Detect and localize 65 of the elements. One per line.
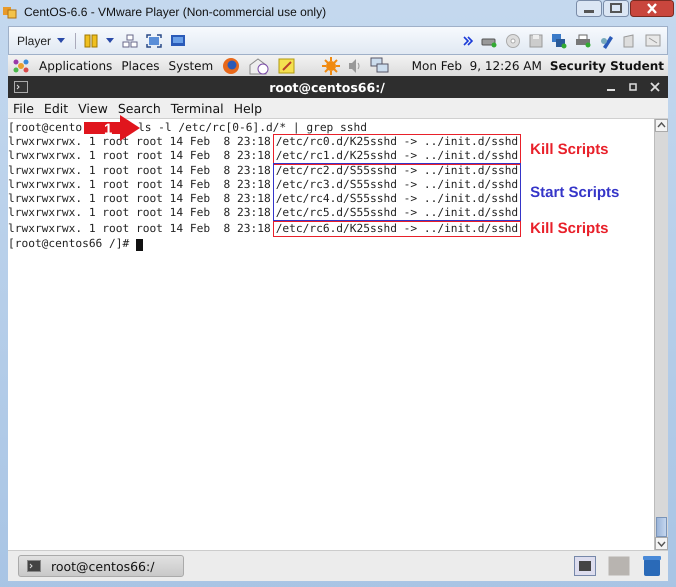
vm-logo-icon — [2, 4, 18, 20]
menu-item[interactable]: Search — [118, 100, 161, 116]
symlink-path: /etc/rc5.d/S55sshd -> ../init.d/sshd — [276, 206, 518, 220]
scrollbar[interactable] — [654, 119, 668, 550]
network-computers-icon[interactable] — [370, 56, 390, 74]
fullscreen-icon[interactable] — [146, 34, 162, 48]
annotation-label: Kill Scripts — [530, 220, 609, 238]
monitor-icon[interactable] — [170, 34, 186, 48]
command-text: ls -l /etc/rc[0-6].d/* | grep sshd — [138, 121, 367, 136]
trash-icon[interactable] — [642, 555, 662, 577]
network-nodes-icon[interactable] — [122, 34, 138, 48]
chevron-icon[interactable] — [463, 36, 473, 46]
maximize-button[interactable] — [603, 0, 629, 17]
output-line: lrwxrwxrwx. 1 root root 14 Feb 8 23:18 — [8, 192, 271, 206]
prompt-text: [root@centos66 /]# — [8, 237, 130, 252]
workspace-icon[interactable] — [574, 556, 596, 576]
symlink-path: /etc/rc4.d/S55sshd -> ../init.d/sshd — [276, 192, 518, 206]
annotation-label: Kill Scripts — [530, 140, 609, 158]
caret-icon[interactable] — [106, 38, 114, 43]
scroll-up-icon[interactable] — [655, 119, 668, 132]
prompt-text: [root@cento — [8, 121, 82, 136]
browser-globe-icon[interactable] — [222, 56, 240, 74]
output-line: lrwxrwxrwx. 1 root root 14 Feb 8 23:18 — [8, 149, 271, 164]
menu-item[interactable]: Terminal — [170, 100, 224, 116]
user-name[interactable]: Security Student — [550, 58, 664, 72]
menu-item[interactable]: File — [13, 100, 34, 116]
panel-menu[interactable]: Applications — [39, 58, 112, 72]
network-adapter-icon[interactable] — [551, 32, 567, 48]
minimize-button[interactable] — [576, 0, 602, 17]
panel-menu[interactable]: System — [168, 58, 214, 72]
menu-item[interactable]: View — [78, 100, 108, 116]
output-line: lrwxrwxrwx. 1 root root 14 Feb 8 23:18 — [8, 178, 271, 192]
pause-icon[interactable] — [84, 34, 98, 48]
window-title: CentOS-6.6 - VMware Player (Non-commercial use only) — [24, 5, 326, 19]
caret-icon — [57, 38, 66, 43]
menu-item[interactable]: Help — [234, 100, 262, 116]
output-line: lrwxrwxrwx. 1 root root 14 Feb 8 23:18 — [8, 164, 271, 178]
symlink-path: /etc/rc2.d/S55sshd -> ../init.d/sshd — [276, 164, 518, 178]
printer-icon[interactable] — [575, 34, 591, 48]
scroll-down-icon[interactable] — [655, 537, 668, 550]
scroll-thumb[interactable] — [656, 517, 667, 537]
close-button[interactable] — [630, 0, 674, 17]
terminal-icon — [27, 560, 41, 572]
terminal-icon — [14, 81, 28, 93]
player-menu-button[interactable]: Player — [15, 34, 68, 48]
gnome-foot-icon[interactable] — [12, 56, 30, 74]
floppy-icon[interactable] — [529, 34, 543, 48]
close-icon[interactable] — [650, 82, 660, 92]
notepad-icon[interactable] — [278, 56, 296, 74]
terminal-title: root@centos66:/ — [268, 80, 386, 94]
output-line: lrwxrwxrwx. 1 root root 14 Feb 8 23:18 — [8, 206, 271, 220]
cursor — [136, 238, 144, 250]
symlink-path: /etc/rc1.d/K25sshd -> ../init.d/sshd — [276, 149, 518, 164]
display-icon[interactable] — [645, 34, 661, 48]
panel-menu[interactable]: Places — [121, 58, 160, 72]
symlink-path: /etc/rc6.d/K25sshd -> ../init.d/sshd — [276, 222, 518, 236]
symlink-path: /etc/rc3.d/S55sshd -> ../init.d/sshd — [276, 178, 518, 192]
symlink-path: /etc/rc0.d/K25sshd -> ../init.d/sshd — [276, 135, 518, 150]
clock[interactable]: Mon Feb 9, 12:26 AM — [412, 58, 542, 72]
output-line: lrwxrwxrwx. 1 root root 14 Feb 8 23:18 — [8, 222, 271, 236]
taskbar-item[interactable]: root@centos66:/ — [18, 555, 184, 577]
maximize-icon[interactable] — [628, 82, 638, 92]
output-line: lrwxrwxrwx. 1 root root 14 Feb 8 23:18 — [8, 135, 271, 150]
annotation-label: Start Scripts — [530, 184, 620, 200]
menu-item[interactable]: Edit — [44, 100, 68, 116]
